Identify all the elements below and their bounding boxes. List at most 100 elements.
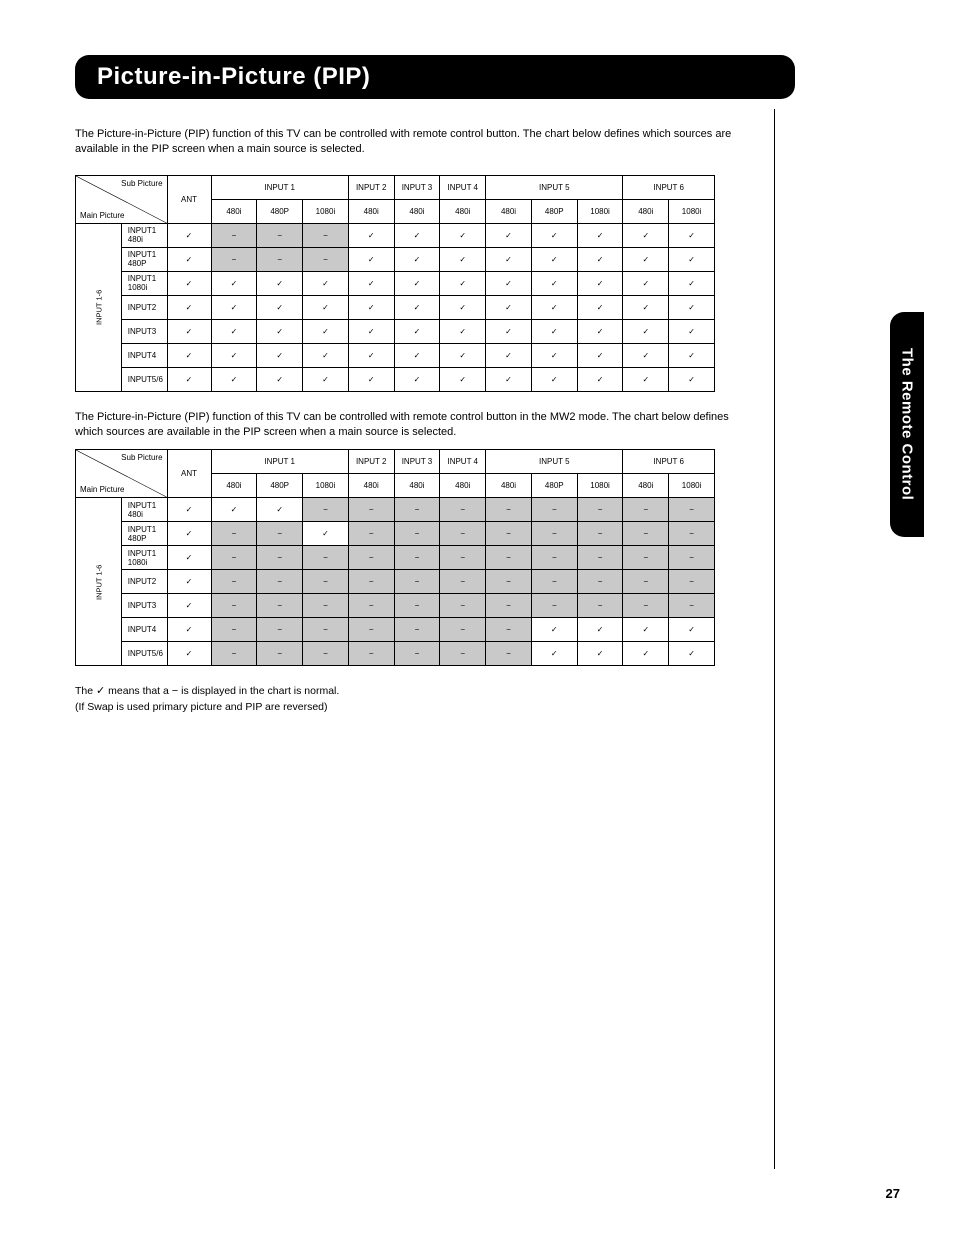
cell: − — [257, 223, 303, 247]
cell: ✓ — [394, 343, 440, 367]
cell: ✓ — [394, 295, 440, 319]
col-group: INPUT 4 — [440, 175, 486, 199]
cell: ✓ — [577, 247, 623, 271]
chapter-tab-label: The Remote Control — [899, 348, 916, 500]
cell: ✓ — [211, 319, 257, 343]
diag-header: Sub PictureMain Picture — [76, 450, 168, 498]
cell: − — [394, 618, 440, 642]
row-group-label: INPUT 1-6 — [76, 498, 122, 666]
cell: ✓ — [623, 343, 669, 367]
cell: − — [394, 546, 440, 570]
page-number: 27 — [886, 1186, 900, 1201]
col-sub: 1080i — [669, 474, 715, 498]
cell: ✓ — [440, 247, 486, 271]
col-group: INPUT 1 — [211, 450, 348, 474]
cell: ✓ — [348, 295, 394, 319]
cell: ✓ — [486, 223, 532, 247]
cell: ✓ — [211, 295, 257, 319]
row-label: INPUT1 480P — [121, 522, 167, 546]
col-sub: 480i — [623, 199, 669, 223]
cell: ✓ — [167, 618, 211, 642]
cell: ✓ — [348, 319, 394, 343]
cell: ✓ — [623, 319, 669, 343]
cell: − — [348, 594, 394, 618]
cell: − — [577, 570, 623, 594]
cell: ✓ — [211, 498, 257, 522]
chapter-tab: The Remote Control — [890, 312, 924, 537]
col-sub: 480i — [348, 199, 394, 223]
cell: ✓ — [440, 343, 486, 367]
cell: ✓ — [303, 343, 349, 367]
cell: ✓ — [167, 295, 211, 319]
cell: − — [211, 522, 257, 546]
cell: ✓ — [531, 247, 577, 271]
cell: ✓ — [577, 367, 623, 391]
cell: − — [440, 642, 486, 666]
cell: ✓ — [211, 343, 257, 367]
col-sub: 1080i — [577, 199, 623, 223]
cell: ✓ — [167, 271, 211, 295]
row-label: INPUT5/6 — [121, 642, 167, 666]
cell: ✓ — [531, 642, 577, 666]
col-sub: 480P — [257, 474, 303, 498]
cell: − — [257, 642, 303, 666]
cell: ✓ — [531, 295, 577, 319]
cell: ✓ — [669, 319, 715, 343]
col-ant: ANT — [167, 450, 211, 498]
cell: ✓ — [623, 295, 669, 319]
cell: − — [669, 546, 715, 570]
cell: − — [623, 570, 669, 594]
cell: ✓ — [623, 223, 669, 247]
cell: − — [394, 642, 440, 666]
cell: − — [669, 498, 715, 522]
cell: − — [440, 594, 486, 618]
cell: ✓ — [577, 319, 623, 343]
cell: ✓ — [348, 343, 394, 367]
cell: ✓ — [440, 367, 486, 391]
cell: − — [623, 522, 669, 546]
cell: ✓ — [257, 498, 303, 522]
cell: − — [486, 570, 532, 594]
col-sub: 480i — [211, 474, 257, 498]
cell: ✓ — [394, 271, 440, 295]
cell: ✓ — [577, 223, 623, 247]
cell: − — [669, 570, 715, 594]
cell: ✓ — [623, 271, 669, 295]
col-sub: 480i — [440, 199, 486, 223]
col-sub: 480i — [623, 474, 669, 498]
cell: ✓ — [577, 343, 623, 367]
cell: ✓ — [669, 367, 715, 391]
row-label: INPUT5/6 — [121, 367, 167, 391]
cell: − — [577, 498, 623, 522]
cell: − — [440, 570, 486, 594]
cell: − — [486, 522, 532, 546]
cell: ✓ — [394, 319, 440, 343]
intro-text: The Picture-in-Picture (PIP) function of… — [75, 127, 746, 157]
cell: ✓ — [167, 247, 211, 271]
cell: ✓ — [486, 247, 532, 271]
row-label: INPUT1 1080i — [121, 271, 167, 295]
cell: ✓ — [669, 618, 715, 642]
cell: − — [348, 570, 394, 594]
cell: − — [211, 223, 257, 247]
col-ant: ANT — [167, 175, 211, 223]
cell: − — [211, 594, 257, 618]
pip-table-main: Sub PictureMain PictureANTINPUT 1INPUT 2… — [75, 175, 715, 392]
cell: ✓ — [440, 295, 486, 319]
cell: ✓ — [531, 319, 577, 343]
cell: − — [211, 642, 257, 666]
col-group: INPUT 1 — [211, 175, 348, 199]
cell: ✓ — [303, 295, 349, 319]
cell: ✓ — [577, 271, 623, 295]
cell: − — [303, 594, 349, 618]
cell: − — [211, 618, 257, 642]
cell: ✓ — [486, 367, 532, 391]
col-sub: 480i — [440, 474, 486, 498]
section-title: Picture-in-Picture (PIP) — [75, 55, 795, 99]
col-sub: 480i — [211, 199, 257, 223]
cell: − — [303, 618, 349, 642]
cell: ✓ — [257, 295, 303, 319]
cell: ✓ — [167, 367, 211, 391]
cell: − — [394, 498, 440, 522]
cell: ✓ — [257, 367, 303, 391]
